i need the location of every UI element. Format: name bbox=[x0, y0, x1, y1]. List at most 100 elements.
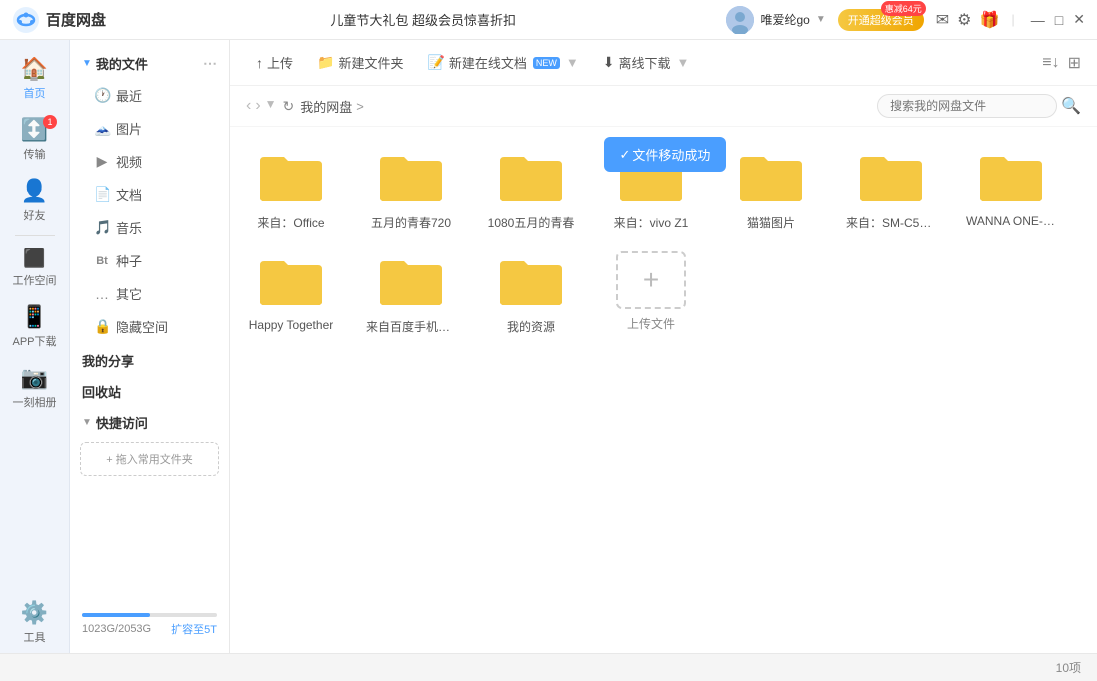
my-files-options-icon[interactable]: ⋯ bbox=[203, 55, 217, 72]
file-grid: ✓ 文件移动成功 来自：Office 五月的青春720 1080五月的青春 来自… bbox=[230, 127, 1097, 653]
back-arrow[interactable]: ‹ bbox=[246, 97, 251, 115]
vip-button[interactable]: 开通超级会员 惠减64元 bbox=[838, 9, 924, 31]
recent-icon: 🕐 bbox=[94, 87, 110, 104]
new-doc-icon: 📝 bbox=[427, 54, 444, 71]
nav-panel: ▼ 我的文件 ⋯ 🕐 最近 🗻 图片 ▶ 视频 📄 文档 🎵 音乐 Bt 种子 bbox=[70, 40, 230, 653]
folder-icon-wrap bbox=[376, 251, 446, 312]
toolbar: ↑ 上传 📁 新建文件夹 📝 新建在线文档 NEW ▼ ⬇ 离线下载 ▼ ≡↓ … bbox=[230, 40, 1097, 86]
folder-item[interactable]: 来自：SM-C5000 bbox=[846, 147, 936, 231]
folder-item[interactable]: WANNA ONE-1… bbox=[966, 147, 1056, 231]
status-bar: 10项 bbox=[0, 653, 1097, 681]
nav-item-music[interactable]: 🎵 音乐 bbox=[70, 211, 229, 244]
search-icon[interactable]: 🔍 bbox=[1061, 96, 1081, 116]
mail-icon[interactable]: ✉ bbox=[936, 10, 949, 30]
breadcrumb-root[interactable]: 我的网盘 bbox=[300, 97, 352, 116]
minimize-button[interactable]: — bbox=[1031, 12, 1045, 28]
storage-used-label: 1023G/2053G bbox=[82, 623, 151, 635]
refresh-button[interactable]: ↻ bbox=[283, 98, 295, 115]
download-dropdown-icon[interactable]: ▼ bbox=[677, 55, 690, 70]
new-doc-dropdown-icon[interactable]: ▼ bbox=[566, 55, 579, 70]
settings-icon[interactable]: ⚙ bbox=[957, 10, 971, 30]
sidebar-label-home: 首页 bbox=[24, 85, 46, 101]
nav-label-recent: 最近 bbox=[116, 86, 142, 105]
titlebar-actions: ✉ ⚙ 🎁 | bbox=[936, 10, 1019, 30]
brand-name: 百度网盘 bbox=[46, 9, 106, 30]
sidebar-item-friends[interactable]: 👤 好友 bbox=[0, 170, 69, 231]
sidebar-item-album[interactable]: 📷 一刻相册 bbox=[0, 357, 69, 418]
images-icon: 🗻 bbox=[94, 120, 110, 137]
sidebar-item-tools[interactable]: ⚙️ 工具 bbox=[0, 592, 69, 653]
folder-name: Happy Together bbox=[249, 318, 334, 332]
nav-label-docs: 文档 bbox=[116, 185, 142, 204]
nav-spacer bbox=[70, 482, 229, 605]
folder-name: 1080五月的青春 bbox=[488, 214, 575, 231]
drop-zone[interactable]: + 拖入常用文件夹 bbox=[80, 442, 219, 476]
folder-item[interactable]: Happy Together bbox=[246, 251, 336, 335]
upload-button[interactable]: ↑ 上传 bbox=[246, 48, 303, 77]
folder-item[interactable]: 来自百度手机浏… bbox=[366, 251, 456, 335]
download-icon: ⬇ bbox=[603, 54, 615, 71]
tools-icon: ⚙️ bbox=[21, 600, 48, 626]
forward-arrow[interactable]: › bbox=[255, 97, 260, 115]
user-dropdown-icon[interactable]: ▼ bbox=[816, 14, 826, 25]
nav-item-hidden[interactable]: 🔒 隐藏空间 bbox=[70, 310, 229, 343]
nav-item-images[interactable]: 🗻 图片 bbox=[70, 112, 229, 145]
nav-label-hidden: 隐藏空间 bbox=[116, 317, 168, 336]
nav-label-images: 图片 bbox=[116, 119, 142, 138]
nav-item-torrent[interactable]: Bt 种子 bbox=[70, 244, 229, 277]
vip-badge: 惠减64元 bbox=[881, 1, 926, 16]
folder-item[interactable]: 来自：Office bbox=[246, 147, 336, 231]
folder-name: 五月的青春720 bbox=[371, 214, 451, 231]
window-controls: — □ ✕ bbox=[1031, 11, 1085, 28]
recycle-label[interactable]: 回收站 bbox=[70, 374, 229, 405]
new-folder-button[interactable]: 📁 新建文件夹 bbox=[307, 48, 413, 77]
my-files-header[interactable]: ▼ 我的文件 ⋯ bbox=[70, 48, 229, 79]
folder-item[interactable]: 我的资源 bbox=[486, 251, 576, 335]
quick-access-arrow: ▼ bbox=[82, 417, 92, 428]
user-name: 唯爱纶go bbox=[760, 11, 809, 28]
folder-name: 来自：Office bbox=[257, 214, 324, 231]
sidebar-item-home[interactable]: 🏠 首页 bbox=[0, 48, 69, 109]
breadcrumb-bar: ‹ › ▼ ↻ 我的网盘 > 🔍 bbox=[230, 86, 1097, 127]
avatar bbox=[726, 6, 754, 34]
search-input[interactable] bbox=[877, 94, 1057, 118]
music-icon: 🎵 bbox=[94, 219, 110, 236]
nav-item-recent[interactable]: 🕐 最近 bbox=[70, 79, 229, 112]
close-button[interactable]: ✕ bbox=[1073, 11, 1085, 28]
hidden-icon: 🔒 bbox=[94, 318, 110, 335]
nav-item-docs[interactable]: 📄 文档 bbox=[70, 178, 229, 211]
dropdown-nav-icon[interactable]: ▼ bbox=[265, 97, 277, 115]
titlebar: 百度网盘 儿童节大礼包 超级会员惊喜折扣 唯爱纶go ▼ 开通超级会员 惠减64… bbox=[0, 0, 1097, 40]
sidebar-item-workspace[interactable]: ⬛ 工作空间 bbox=[0, 240, 69, 296]
sidebar-item-app-download[interactable]: 📱 APP下载 bbox=[0, 296, 69, 357]
folder-item[interactable]: 五月的青春720 bbox=[366, 147, 456, 231]
maximize-button[interactable]: □ bbox=[1055, 12, 1063, 28]
download-label: 离线下载 bbox=[619, 53, 671, 72]
sort-icon[interactable]: ≡↓ bbox=[1042, 54, 1059, 72]
workspace-icon: ⬛ bbox=[23, 248, 45, 269]
grid-view-icon[interactable]: ⊞ bbox=[1068, 53, 1081, 73]
logo-area: 百度网盘 bbox=[12, 6, 132, 34]
nav-item-video[interactable]: ▶ 视频 bbox=[70, 145, 229, 178]
new-folder-label: 新建文件夹 bbox=[338, 53, 403, 72]
folder-item[interactable]: 1080五月的青春 bbox=[486, 147, 576, 231]
gift-icon[interactable]: 🎁 bbox=[979, 10, 999, 30]
storage-text: 1023G/2053G 扩容至5T bbox=[82, 621, 217, 637]
storage-bar-fill bbox=[82, 613, 150, 617]
user-area[interactable]: 唯爱纶go ▼ bbox=[726, 6, 825, 34]
quick-access-header[interactable]: ▼ 快捷访问 bbox=[70, 405, 229, 436]
upload-file-placeholder[interactable]: + 上传文件 bbox=[606, 251, 696, 335]
folder-item[interactable]: 猫猫图片 bbox=[726, 147, 816, 231]
offline-download-button[interactable]: ⬇ 离线下载 ▼ bbox=[593, 48, 700, 77]
new-doc-button[interactable]: 📝 新建在线文档 NEW ▼ bbox=[417, 48, 588, 77]
my-share-label[interactable]: 我的分享 bbox=[70, 343, 229, 374]
nav-item-other[interactable]: … 其它 bbox=[70, 277, 229, 310]
sidebar-label-workspace: 工作空间 bbox=[13, 272, 57, 288]
plus-icon: + bbox=[643, 264, 659, 296]
sidebar-label-friends: 好友 bbox=[24, 207, 46, 223]
expand-storage-link[interactable]: 扩容至5T bbox=[171, 621, 217, 637]
quick-access-label: 快捷访问 bbox=[96, 413, 148, 432]
sidebar-label-transfer: 传输 bbox=[24, 146, 46, 162]
sidebar-item-transfer[interactable]: ↕️ 1 传输 bbox=[0, 109, 69, 170]
nav-label-other: 其它 bbox=[116, 284, 142, 303]
